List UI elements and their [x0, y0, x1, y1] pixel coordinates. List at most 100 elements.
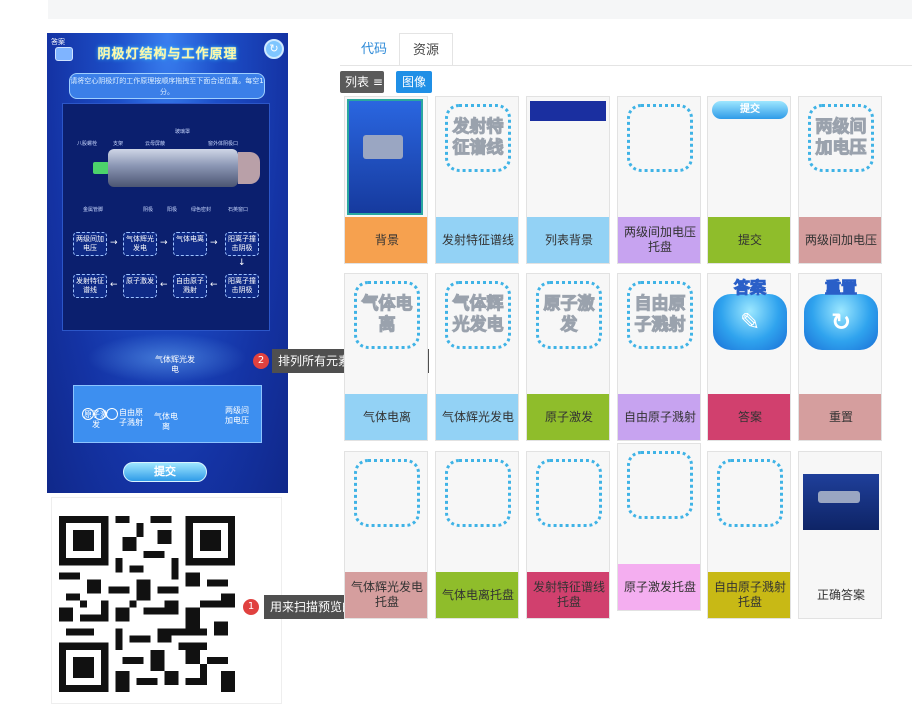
resource-card[interactable]: 气体辉光发电 气体辉光发电 — [435, 273, 519, 441]
resource-thumbnail: 原子激发 — [527, 274, 609, 396]
panel-label: 阴极 — [143, 207, 154, 213]
resource-label: 原子激发 — [527, 394, 609, 440]
panel-label: 八股螺栓 — [77, 141, 98, 147]
dashed-slot-thumbnail: 原子激发 — [536, 281, 602, 349]
arrow-icon: ← — [210, 280, 218, 290]
resource-label: 原子激发托盘 — [618, 564, 700, 610]
answer-icon: ✎ — [713, 294, 787, 350]
reset-corner-icon[interactable]: ↻ — [264, 39, 284, 59]
resource-thumbnail — [618, 97, 700, 219]
resource-card[interactable]: 自由原子溅射托盘 — [707, 451, 791, 619]
bar-thumbnail-icon — [530, 101, 606, 121]
resource-card[interactable]: 正确答案 — [798, 451, 882, 619]
resource-label: 发射特征谱线 — [436, 217, 518, 263]
resource-label: 两级间加电压托盘 — [618, 217, 700, 263]
dashed-slot-thumbnail — [354, 459, 420, 527]
resource-card[interactable]: 发射特征谱线 发射特征谱线 — [435, 96, 519, 264]
dashed-slot-thumbnail: 两级间加电压 — [808, 104, 874, 172]
tray-piece[interactable]: 两级间加电压 — [222, 406, 252, 426]
resource-card[interactable]: ✎ 答案 答案 — [707, 273, 791, 441]
tab-resources[interactable]: 资源 — [399, 33, 453, 66]
resource-card[interactable]: 原子激发 原子激发 — [526, 273, 610, 441]
dashed-slot-thumbnail: 气体辉光发电 — [445, 281, 511, 349]
step-badge: 1 — [243, 599, 259, 615]
dashed-slot-thumbnail — [717, 459, 783, 527]
resource-thumbnail — [799, 452, 881, 574]
resource-card[interactable]: 自由原子溅射 自由原子溅射 — [617, 273, 701, 441]
resource-card[interactable]: ↻ 重置 重置 — [798, 273, 882, 441]
resource-thumbnail: ↻ 重置 — [799, 274, 881, 396]
dashed-slot-thumbnail — [627, 104, 693, 172]
panel-label: 石英窗口 — [228, 207, 249, 213]
arrow-down-icon: ↓ — [238, 258, 246, 268]
submit-thumbnail-icon: 提交 — [712, 101, 788, 119]
resource-label: 正确答案 — [799, 572, 881, 618]
dashed-slot-thumbnail: 发射特征谱线 — [445, 104, 511, 172]
arrow-icon: ← — [110, 280, 118, 290]
qr-code-icon — [59, 516, 235, 692]
answer-tray: 原子激发 自由原子溅射 气体电离 两级间加电压 — [73, 385, 262, 443]
resource-card[interactable]: 原子激发托盘 — [617, 443, 701, 611]
resource-label: 气体电离 — [345, 394, 427, 440]
resource-label: 气体辉光发电 — [436, 394, 518, 440]
flow-node: 阳离子撞击阴极 — [225, 232, 259, 256]
resource-card[interactable]: 列表背景 — [526, 96, 610, 264]
preview-title: 阴极灯结构与工作原理 — [97, 47, 238, 62]
arrow-icon: → — [210, 238, 218, 248]
panel-label: 阳极 — [167, 207, 178, 213]
resource-card[interactable]: 两级间加电压托盘 — [617, 96, 701, 264]
flow-node: 发射特征谱线 — [73, 274, 107, 298]
tray-piece[interactable]: 自由原子溅射 — [116, 408, 146, 428]
arrow-icon: → — [110, 238, 118, 248]
resource-thumbnail: 发射特征谱线 — [436, 97, 518, 219]
resource-card[interactable]: 气体电离 气体电离 — [344, 273, 428, 441]
dashed-slot-thumbnail: 气体电离 — [354, 281, 420, 349]
resource-thumbnail — [708, 452, 790, 574]
dashed-slot-thumbnail — [536, 459, 602, 527]
flow-node: 自由原子溅射 — [173, 274, 207, 298]
image-view-button[interactable]: 图像 — [396, 71, 432, 93]
list-view-label: 列表 — [345, 75, 370, 89]
top-bar — [48, 0, 912, 19]
resource-thumbnail — [345, 97, 427, 219]
resource-card[interactable]: 背景 — [344, 96, 428, 264]
resource-card[interactable]: 提交 提交 — [707, 96, 791, 264]
screenshot-thumbnail-icon — [803, 474, 879, 530]
resource-thumbnail — [436, 452, 518, 574]
resource-thumbnail: 气体辉光发电 — [436, 274, 518, 396]
resource-card[interactable]: 气体电离托盘 — [435, 451, 519, 619]
tray-piece[interactable]: 气体电离 — [154, 412, 178, 432]
panel-label: 金属管脚 — [83, 207, 104, 213]
resource-thumbnail — [618, 444, 700, 566]
flow-node: 原子激发 — [123, 274, 157, 298]
step-badge: 2 — [253, 353, 269, 369]
lamp-pins — [93, 162, 109, 174]
flow-node: 两级间加电压 — [73, 232, 107, 256]
tray-piece[interactable]: 原子激发 — [84, 410, 108, 430]
drag-piece[interactable]: 气体辉光发电 — [155, 355, 195, 375]
resource-label: 自由原子溅射 — [618, 394, 700, 440]
resource-label: 气体辉光发电托盘 — [345, 572, 427, 618]
arrow-icon: → — [160, 238, 168, 248]
screenshot-thumbnail-icon — [347, 99, 423, 215]
flow-node: 气体电离 — [173, 232, 207, 256]
resource-card[interactable]: 发射特征谱线托盘 — [526, 451, 610, 619]
tab-code[interactable]: 代码 — [348, 33, 400, 66]
resource-label: 重置 — [799, 394, 881, 440]
resource-card[interactable]: 两级间加电压 两级间加电压 — [798, 96, 882, 264]
list-view-button[interactable]: 列表 ≡ — [340, 71, 384, 93]
flow-node: 气体辉光发电 — [123, 232, 157, 256]
reset-icon: ↻ — [804, 294, 878, 350]
tab-divider — [340, 65, 912, 66]
diagram-panel: 八股螺栓 支架 云母屏蔽 玻璃罩 窗外体阴极口 金属管脚 阴极 阳极 绿色密封 … — [62, 103, 270, 331]
submit-button[interactable]: 提交 — [123, 462, 207, 482]
panel-label: 玻璃罩 — [175, 129, 191, 135]
resource-card[interactable]: 气体辉光发电托盘 — [344, 451, 428, 619]
resource-thumb-text: 重置 — [824, 278, 857, 298]
lamp-tube — [108, 149, 238, 187]
resource-thumbnail: ✎ 答案 — [708, 274, 790, 396]
resource-label: 背景 — [345, 217, 427, 263]
resource-thumbnail: 气体电离 — [345, 274, 427, 396]
resource-label: 气体电离托盘 — [436, 572, 518, 618]
resource-label: 答案 — [708, 394, 790, 440]
